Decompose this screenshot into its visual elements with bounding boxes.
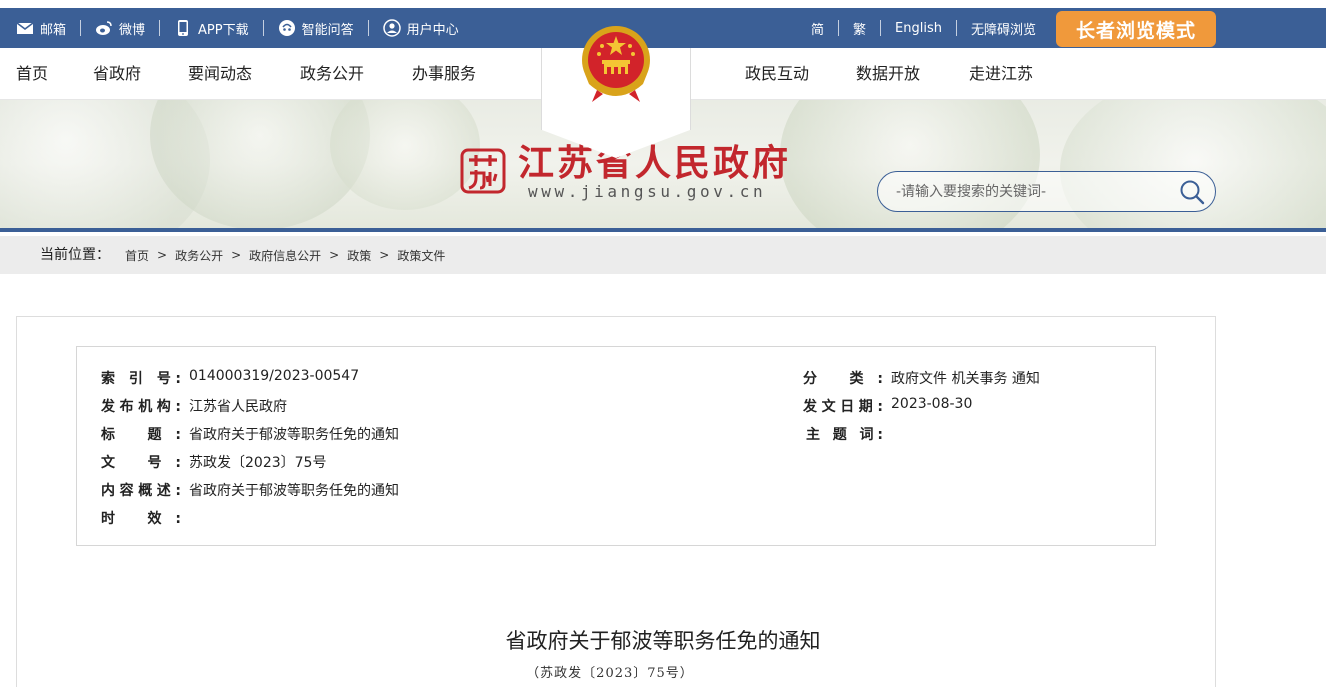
nav-home[interactable]: 首页 — [16, 48, 48, 100]
jiangsu-logo-icon[interactable] — [460, 148, 506, 194]
divider — [159, 20, 161, 36]
nav-news[interactable]: 要闻动态 — [188, 48, 252, 100]
site-url: www.jiangsu.gov.cn — [528, 182, 767, 201]
meta-summary-value: 省政府关于郁波等职务任免的通知 — [189, 483, 399, 499]
search-box — [877, 171, 1216, 212]
meta-category-value: 政府文件 机关事务 通知 — [891, 371, 1040, 387]
decorative-flower — [780, 100, 1040, 228]
divider — [262, 20, 264, 36]
meta-index-label: 索 引 号: — [101, 371, 181, 387]
divider — [880, 20, 882, 36]
breadcrumb-bar: 当前位置： 首页 > 政务公开 > 政府信息公开 > 政策 > 政策文件 — [0, 236, 1326, 274]
mail-icon — [16, 22, 34, 34]
topbar-weibo-label: 微博 — [119, 22, 146, 38]
top-utility-bar: 邮箱 微博 APP下载 智能问答 用户中心 简 繁 English 无障碍浏览 — [0, 8, 1326, 48]
divider — [955, 20, 957, 36]
chevron-right-icon: > — [231, 248, 242, 262]
lang-simplified[interactable]: 简 — [811, 8, 824, 48]
meta-category-label: 分 类: — [803, 371, 883, 387]
user-icon — [382, 19, 401, 37]
topbar-qa-link[interactable]: 智能问答 — [278, 8, 354, 48]
meta-row-index: 索 引 号: 014000319/2023-00547 — [101, 368, 359, 388]
breadcrumb-info-disclosure[interactable]: 政府信息公开 — [249, 247, 321, 264]
meta-date-label: 发文日期: — [803, 399, 883, 415]
topbar-user-label: 用户中心 — [406, 22, 459, 38]
weibo-icon — [96, 21, 112, 35]
document-number: （苏政发〔2023〕75号） — [526, 666, 694, 681]
divider — [80, 20, 82, 36]
topbar-app-label: APP下载 — [198, 22, 249, 38]
breadcrumb: 首页 > 政务公开 > 政府信息公开 > 政策 > 政策文件 — [125, 236, 445, 274]
lang-traditional[interactable]: 繁 — [853, 8, 866, 48]
meta-row-docno: 文 号: 苏政发〔2023〕75号 — [101, 452, 326, 472]
national-emblem-icon[interactable] — [577, 24, 655, 104]
nav-province-gov[interactable]: 省政府 — [93, 48, 141, 100]
meta-title-label: 标 题: — [101, 427, 181, 443]
chevron-right-icon: > — [379, 248, 390, 262]
breadcrumb-gov-affairs[interactable]: 政务公开 — [175, 247, 223, 264]
divider — [838, 20, 840, 36]
phone-icon — [178, 20, 189, 36]
divider — [367, 20, 369, 36]
nav-about-jiangsu[interactable]: 走进江苏 — [969, 48, 1033, 100]
language-links: 简 繁 English 无障碍浏览 — [811, 8, 1036, 48]
meta-date-value: 2023-08-30 — [891, 396, 973, 412]
meta-index-value: 014000319/2023-00547 — [189, 368, 360, 384]
meta-docno-label: 文 号: — [101, 455, 181, 471]
nav-services[interactable]: 办事服务 — [412, 48, 476, 100]
meta-summary-label: 内容概述: — [101, 483, 181, 499]
search-icon[interactable] — [1179, 179, 1205, 205]
topbar-links: 邮箱 微博 APP下载 智能问答 用户中心 — [16, 8, 459, 48]
meta-docno-value: 苏政发〔2023〕75号 — [189, 455, 327, 471]
decorative-flower — [1060, 100, 1326, 228]
meta-row-date: 发文日期: 2023-08-30 — [803, 396, 972, 416]
topbar-qa-label: 智能问答 — [301, 22, 354, 38]
accessibility-link[interactable]: 无障碍浏览 — [971, 8, 1036, 48]
meta-row-category: 分 类: 政府文件 机关事务 通知 — [803, 368, 1040, 388]
meta-row-title: 标 题: 省政府关于郁波等职务任免的通知 — [101, 424, 399, 444]
search-input[interactable] — [896, 172, 1166, 211]
nav-gov-affairs[interactable]: 政务公开 — [300, 48, 364, 100]
topbar-mail-link[interactable]: 邮箱 — [16, 8, 66, 48]
topbar-app-link[interactable]: APP下载 — [174, 8, 249, 48]
meta-validity-label: 时 效: — [101, 511, 181, 527]
topbar-user-link[interactable]: 用户中心 — [382, 8, 459, 48]
meta-subject-label: 主 题 词: — [806, 427, 883, 443]
meta-row-subject: 主 题 词: — [806, 424, 891, 444]
breadcrumb-policy-docs[interactable]: 政策文件 — [397, 247, 445, 264]
meta-org-value: 江苏省人民政府 — [189, 399, 287, 415]
decorative-flower — [330, 100, 480, 210]
nav-open-data[interactable]: 数据开放 — [856, 48, 920, 100]
elder-mode-button[interactable]: 长者浏览模式 — [1056, 11, 1216, 47]
meta-row-org: 发布机构: 江苏省人民政府 — [101, 396, 287, 416]
breadcrumb-home[interactable]: 首页 — [125, 247, 149, 264]
meta-row-summary: 内容概述: 省政府关于郁波等职务任免的通知 — [101, 480, 399, 500]
document-title: 省政府关于郁波等职务任免的通知 — [505, 629, 821, 653]
meta-row-validity: 时 效: — [101, 508, 189, 528]
nav-interaction[interactable]: 政民互动 — [745, 48, 809, 100]
chevron-right-icon: > — [329, 248, 340, 262]
chat-icon — [278, 20, 295, 36]
topbar-weibo-link[interactable]: 微博 — [95, 8, 145, 48]
breadcrumb-label: 当前位置： — [40, 247, 110, 263]
topbar-mail-label: 邮箱 — [40, 22, 67, 38]
breadcrumb-policy[interactable]: 政策 — [347, 247, 371, 264]
lang-english[interactable]: English — [895, 8, 942, 48]
meta-org-label: 发布机构: — [101, 399, 181, 415]
chevron-right-icon: > — [157, 248, 168, 262]
meta-title-value: 省政府关于郁波等职务任免的通知 — [189, 427, 399, 443]
